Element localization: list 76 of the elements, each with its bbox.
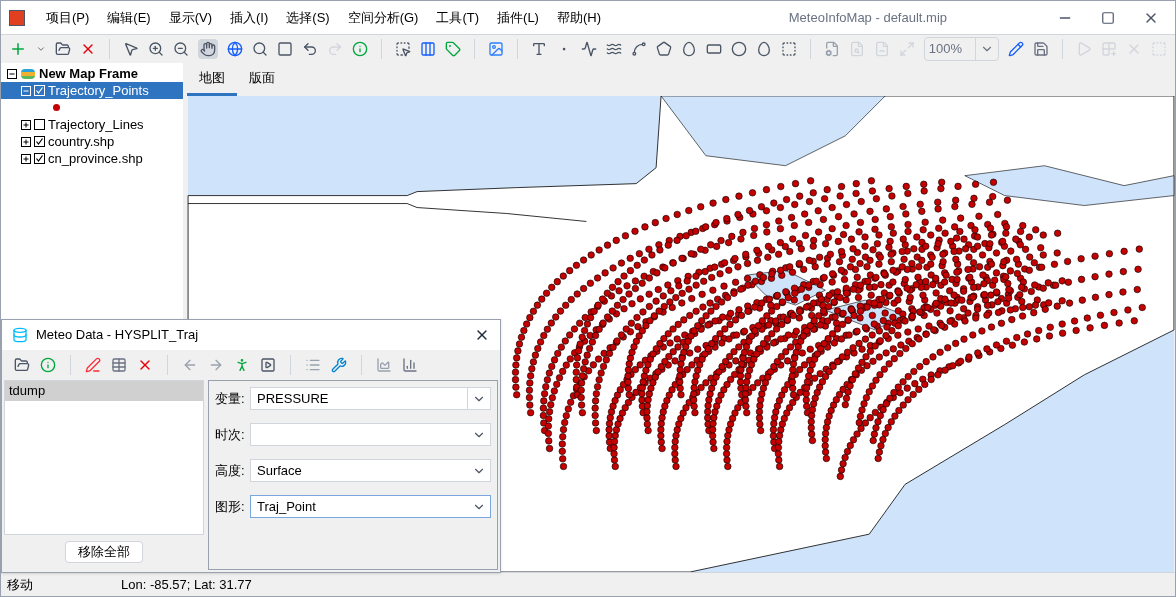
info-icon[interactable] bbox=[40, 357, 56, 373]
layer-checkbox[interactable] bbox=[34, 119, 45, 130]
curve-icon[interactable] bbox=[630, 41, 647, 57]
zoom-in-icon[interactable] bbox=[147, 41, 164, 57]
edit-icon[interactable] bbox=[1008, 41, 1025, 57]
tag-icon[interactable] bbox=[444, 41, 461, 57]
rectangle-icon[interactable] bbox=[705, 41, 722, 57]
draw-icon[interactable] bbox=[85, 357, 101, 373]
menu-item[interactable]: 编辑(E) bbox=[98, 7, 160, 28]
list-icon[interactable] bbox=[305, 357, 321, 373]
point-symbol-icon bbox=[53, 104, 60, 111]
menu-item[interactable]: 选择(S) bbox=[277, 7, 339, 28]
remove-all-button[interactable]: 移除全部 bbox=[65, 541, 143, 563]
animation-icon[interactable] bbox=[260, 357, 276, 373]
bar-chart-icon[interactable] bbox=[402, 357, 418, 373]
menu-item[interactable]: 项目(P) bbox=[37, 7, 99, 28]
pan-button[interactable] bbox=[197, 39, 218, 59]
menu-item[interactable]: 插件(L) bbox=[488, 7, 548, 28]
dropdown-field[interactable]: Surface bbox=[250, 459, 491, 482]
layer-item[interactable]: Trajectory_Lines bbox=[1, 116, 183, 133]
menu-item[interactable]: 工具(T) bbox=[427, 7, 489, 28]
pointer-icon[interactable] bbox=[122, 41, 139, 57]
file-item[interactable]: tdump bbox=[5, 381, 203, 401]
layers-icon bbox=[21, 68, 35, 79]
tools-icon[interactable] bbox=[331, 357, 347, 373]
search-icon[interactable] bbox=[251, 41, 268, 57]
app-logo-icon bbox=[9, 9, 25, 26]
undo-icon[interactable] bbox=[301, 41, 318, 57]
columns-icon[interactable] bbox=[419, 41, 436, 57]
zoom-dropdown[interactable]: 100% bbox=[923, 37, 1000, 61]
globe-icon[interactable] bbox=[226, 41, 243, 57]
field-label: 时次: bbox=[215, 425, 246, 444]
image-icon[interactable] bbox=[487, 41, 504, 57]
map-frame-label[interactable]: New Map Frame bbox=[39, 63, 138, 84]
field-label: 高度: bbox=[215, 461, 246, 480]
menu-item[interactable]: 空间分析(G) bbox=[338, 7, 428, 28]
view-tab[interactable]: 版面 bbox=[237, 63, 287, 96]
table-icon[interactable] bbox=[111, 357, 127, 373]
dropdown-field[interactable]: PRESSURE bbox=[250, 387, 491, 410]
square-icon[interactable] bbox=[276, 41, 293, 57]
dropdown-field[interactable]: Traj_Point bbox=[250, 495, 491, 518]
layer-checkbox[interactable] bbox=[34, 153, 45, 164]
area-chart-icon[interactable] bbox=[376, 357, 392, 373]
database-icon[interactable] bbox=[12, 327, 28, 343]
expand-icon[interactable] bbox=[21, 153, 31, 164]
field-label: 图形: bbox=[215, 497, 246, 516]
polygon-icon[interactable] bbox=[655, 41, 672, 57]
folder-icon[interactable] bbox=[14, 357, 30, 373]
menu-item[interactable]: 帮助(H) bbox=[547, 7, 610, 28]
layer-item[interactable]: country.shp bbox=[1, 133, 183, 150]
zoom-out-icon[interactable] bbox=[172, 41, 189, 57]
layer-checkbox[interactable] bbox=[34, 136, 45, 147]
dialog-title: Meteo Data - HYSPLIT_Traj bbox=[36, 326, 199, 345]
dropdown-field[interactable] bbox=[250, 423, 491, 446]
circle-icon[interactable] bbox=[730, 41, 747, 57]
text-icon[interactable] bbox=[530, 41, 547, 57]
field-label: 变量: bbox=[215, 389, 246, 408]
polyline-icon[interactable] bbox=[580, 41, 597, 57]
status-mode: 移动 bbox=[6, 575, 34, 594]
expand-icon[interactable] bbox=[21, 136, 31, 147]
collapse-icon[interactable] bbox=[7, 68, 17, 79]
folder-icon[interactable] bbox=[55, 41, 71, 57]
add-icon[interactable] bbox=[9, 40, 27, 58]
maximize-icon[interactable] bbox=[1101, 10, 1115, 25]
window-title: MeteoInfoMap - default.mip bbox=[788, 8, 947, 27]
info-icon[interactable] bbox=[351, 41, 368, 57]
expand-icon[interactable] bbox=[21, 119, 31, 130]
layer-item[interactable]: cn_province.shp bbox=[1, 150, 183, 167]
select-icon[interactable] bbox=[394, 41, 411, 57]
menu-item[interactable]: 显示(V) bbox=[159, 7, 222, 28]
page-settings-icon[interactable] bbox=[823, 41, 840, 57]
menu-item[interactable]: 插入(I) bbox=[221, 7, 278, 28]
person-icon[interactable] bbox=[234, 357, 250, 373]
status-coordinates: Lon: -85.57; Lat: 31.77 bbox=[121, 575, 252, 594]
save-icon[interactable] bbox=[1033, 41, 1050, 57]
caret-icon[interactable] bbox=[36, 44, 46, 54]
